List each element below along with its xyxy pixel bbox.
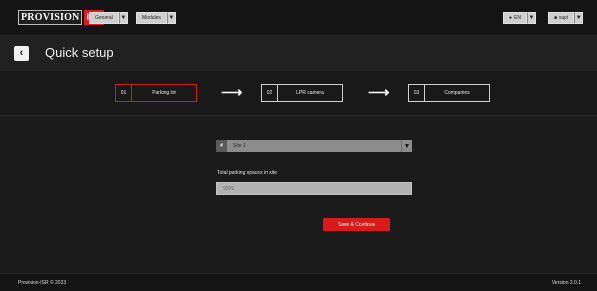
arrow-right-icon: ⟶ — [368, 84, 390, 101]
step-lpr-camera[interactable]: 02 LPR camera — [261, 84, 343, 102]
user-menu-dropdown[interactable]: ■ supi ▼ — [548, 12, 584, 24]
step-label: Parking lot — [152, 90, 176, 96]
modules-menu-label: Modules — [136, 12, 167, 24]
page-title: Quick setup — [45, 45, 114, 60]
copyright-text: Provision-ISR © 2023 — [18, 280, 67, 286]
globe-icon: ● — [509, 15, 513, 21]
language-label: ● EN — [503, 12, 527, 24]
language-value: EN — [514, 15, 521, 21]
chevron-down-icon: ▼ — [401, 140, 412, 152]
back-button[interactable]: ‹ — [14, 46, 29, 61]
modules-menu-dropdown[interactable]: Modules ▼ — [136, 12, 176, 24]
chevron-down-icon: ▼ — [118, 12, 128, 24]
page-header: ‹ Quick setup — [0, 37, 597, 71]
user-label: ■ supi — [548, 12, 575, 24]
arrow-right-icon: ⟶ — [221, 84, 243, 101]
save-continue-button[interactable]: Save & Continue — [323, 218, 390, 231]
general-menu-label: General — [89, 12, 119, 24]
language-dropdown[interactable]: ● EN ▼ — [503, 12, 536, 24]
general-menu-dropdown[interactable]: General ▼ — [89, 12, 128, 24]
site-select[interactable]: # Site 1 ▼ — [216, 140, 412, 152]
logo-text: PROVISION — [18, 10, 83, 25]
setup-stepper: 01 Parking lot ⟶ 02 LPR camera ⟶ 03 Comp… — [0, 72, 597, 116]
footer: Provision-ISR © 2023 Version 2.0.1 — [0, 273, 597, 291]
step-number: 03 — [409, 85, 425, 101]
step-number: 02 — [262, 85, 278, 101]
step-label: LPR camera — [296, 90, 324, 96]
step-number: 01 — [116, 85, 132, 101]
step-label: Companies — [444, 90, 470, 96]
user-name: supi — [559, 15, 569, 21]
step-companies[interactable]: 03 Companies — [408, 84, 490, 102]
chevron-down-icon: ▼ — [166, 12, 176, 24]
chevron-down-icon: ▼ — [526, 12, 536, 24]
chevron-left-icon: ‹ — [19, 47, 24, 59]
total-spaces-input[interactable]: 9999 — [216, 182, 412, 195]
site-id-badge: # — [216, 140, 227, 152]
step-parking-lot[interactable]: 01 Parking lot — [115, 84, 197, 102]
version-text: Version 2.0.1 — [551, 280, 581, 286]
site-select-value: Site 1 — [227, 140, 401, 152]
parking-lot-form: # Site 1 ▼ Total parking spaces in site … — [0, 117, 597, 273]
user-icon: ■ — [554, 15, 558, 21]
chevron-down-icon: ▼ — [574, 12, 584, 24]
total-spaces-label: Total parking spaces in site — [217, 170, 278, 176]
top-navigation-bar: PROVISION ISR General ▼ Modules ▼ ● EN ▼… — [0, 0, 597, 36]
